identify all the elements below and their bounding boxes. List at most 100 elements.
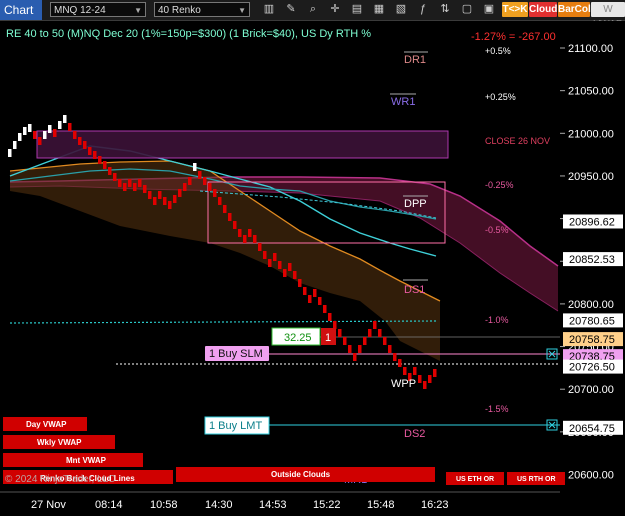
buy-lmt-label: 1 Buy LMT — [209, 420, 262, 432]
tk-button[interactable]: T<>K — [502, 2, 528, 17]
up-brick — [18, 133, 22, 141]
down-brick — [78, 137, 82, 145]
time-tick-label: 14:30 — [205, 499, 233, 511]
down-brick — [208, 183, 212, 191]
down-brick — [68, 123, 72, 131]
bar-chart-icon[interactable]: ▥ — [262, 2, 276, 17]
buy-lmt-order[interactable]: 1 Buy LMT — [204, 416, 270, 435]
price-tick-label: 21000.00 — [568, 128, 614, 140]
down-brick — [313, 289, 317, 297]
instrument-selector[interactable]: MNQ 12-24 ▼ — [50, 2, 146, 17]
down-brick — [173, 195, 177, 203]
down-brick — [153, 197, 157, 205]
strategies-icon[interactable]: ▦ — [372, 2, 386, 17]
time-tick-label: 14:53 — [259, 499, 287, 511]
bar-type-selector[interactable]: 40 Renko ▼ — [154, 2, 250, 17]
down-brick — [298, 279, 302, 287]
down-brick — [403, 367, 407, 375]
buy-slm-label: 1 Buy SLM — [209, 348, 263, 360]
day-vwap-label: Day VWAP — [26, 420, 67, 429]
down-brick — [83, 141, 87, 149]
price-badge-label: 20852.53 — [569, 254, 615, 266]
wkly-vwap-label: Wkly VWAP — [37, 438, 82, 447]
down-brick — [348, 345, 352, 353]
price-tick-label: 21100.00 — [568, 43, 613, 55]
down-brick — [238, 229, 242, 237]
down-brick — [253, 235, 257, 243]
data-box-icon[interactable]: ▢ — [460, 2, 474, 17]
time-tick-label: 08:14 — [95, 499, 123, 511]
wr1-label: WR1 — [391, 96, 415, 108]
buy-slm-order[interactable]: 1 Buy SLM — [205, 346, 269, 361]
down-brick — [258, 243, 262, 251]
down-brick — [203, 177, 207, 185]
wpp-label: WPP — [391, 378, 416, 390]
pct-minus-0-25: -0.25% — [485, 180, 514, 190]
price-tick-label: 20950.00 — [568, 171, 614, 183]
chart-title: RE 40 to 50 (M)NQ Dec 20 (1%=150p=$300) … — [6, 28, 371, 40]
outside-clouds-label: Outside Clouds — [271, 470, 331, 479]
down-brick — [363, 337, 367, 345]
down-brick — [278, 261, 282, 269]
down-brick — [223, 205, 227, 213]
crosshair-icon[interactable]: ✛ — [328, 2, 342, 17]
down-brick — [123, 183, 127, 191]
time-tick-label: 15:48 — [367, 499, 395, 511]
position-qty: 1 — [325, 332, 331, 344]
down-brick — [143, 185, 147, 193]
down-brick — [73, 131, 77, 139]
up-brick — [43, 131, 47, 139]
down-brick — [378, 329, 382, 337]
dpp-label: DPP — [404, 198, 427, 210]
down-brick — [248, 229, 252, 237]
down-brick — [148, 191, 152, 199]
barcol-button[interactable]: BarCol — [558, 2, 591, 17]
chart-canvas[interactable]: DR1 WR1 DPP DS1 WPP DS2 MR1 +0.5% +0.25%… — [0, 21, 625, 516]
down-brick — [233, 221, 237, 229]
zoom-icon[interactable]: ⌕ — [306, 2, 320, 17]
us-rth-or-label: US RTH OR — [517, 476, 556, 483]
down-brick — [268, 259, 272, 267]
time-tick-label: 15:22 — [313, 499, 341, 511]
pct-plus-0-25: +0.25% — [485, 92, 516, 102]
down-brick — [353, 353, 357, 361]
position-widget[interactable]: 32.25 1 — [271, 327, 336, 346]
down-brick — [98, 156, 102, 164]
down-brick — [413, 367, 417, 375]
ds1-label: DS1 — [404, 284, 425, 296]
templates-icon[interactable]: ▧ — [394, 2, 408, 17]
down-brick — [433, 369, 437, 377]
down-brick — [273, 253, 277, 261]
down-brick — [333, 321, 337, 329]
scale-icon[interactable]: ▣ — [482, 2, 496, 17]
us-eth-or-label: US ETH OR — [456, 476, 494, 483]
properties-icon[interactable]: ▤ — [350, 2, 364, 17]
mnt-vwap-label: Mnt VWAP — [66, 456, 107, 465]
down-brick — [118, 179, 122, 187]
price-badge-label: 20758.75 — [569, 334, 615, 346]
indicators-icon[interactable]: ƒ — [416, 2, 430, 17]
pct-minus-1-0: -1.0% — [485, 315, 509, 325]
down-brick — [158, 191, 162, 199]
ds2-label: DS2 — [404, 428, 425, 440]
up-brick — [48, 125, 52, 133]
w-vwap-button[interactable]: W VWAP — [591, 2, 625, 30]
down-brick — [343, 337, 347, 345]
down-brick — [303, 287, 307, 295]
down-brick — [418, 375, 422, 383]
down-brick — [228, 213, 232, 221]
up-brick — [193, 163, 197, 171]
pct-minus-1-5: -1.5% — [485, 404, 509, 414]
chart-trader-icon[interactable]: ⇅ — [438, 2, 452, 17]
price-badge-label: 20726.50 — [569, 362, 615, 374]
time-tick-label: 27 Nov — [31, 499, 66, 511]
down-brick — [368, 329, 372, 337]
down-brick — [163, 197, 167, 205]
chart-tab-label[interactable]: Chart — [0, 0, 42, 20]
price-badge-label: 20780.65 — [569, 315, 615, 327]
draw-tools-icon[interactable]: ✎ — [284, 2, 298, 17]
down-brick — [328, 313, 332, 321]
down-brick — [88, 147, 92, 155]
down-brick — [283, 269, 287, 277]
cloud-button[interactable]: Cloud — [529, 2, 557, 17]
